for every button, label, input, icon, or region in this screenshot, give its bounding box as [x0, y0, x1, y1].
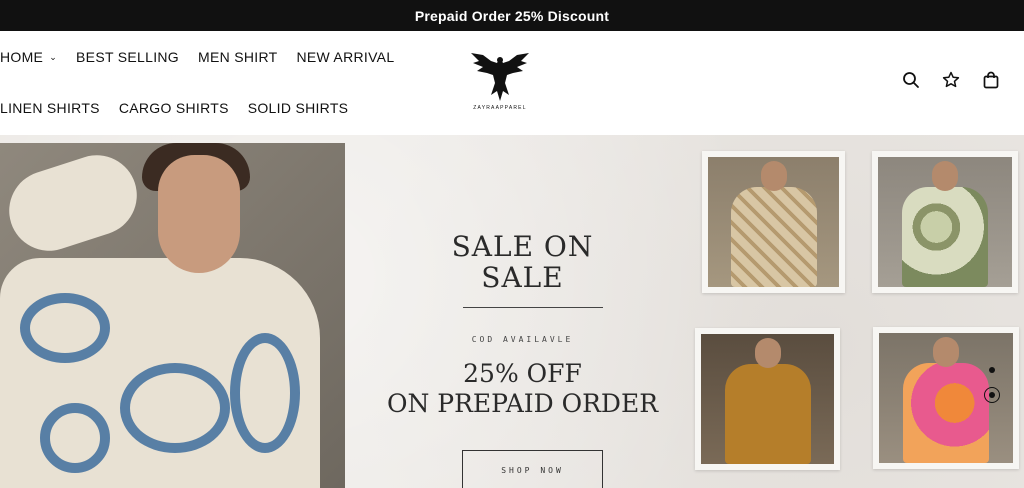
cart-button[interactable] — [982, 71, 1000, 89]
primary-nav-row-2: LINEN SHIRTS CARGO SHIRTS SOLID SHIRTS — [0, 100, 348, 116]
shirt-shape — [724, 364, 811, 464]
nav-item-solid-shirts[interactable]: SOLID SHIRTS — [248, 100, 349, 116]
product-tile-swirl-shirt — [872, 151, 1018, 293]
wishlist-button[interactable] — [942, 71, 960, 89]
model-arm-shape — [0, 144, 148, 262]
model-head-shape — [158, 155, 240, 273]
product-tile-mustard-shirt — [695, 328, 840, 470]
nav-label-cargo-shirts: CARGO SHIRTS — [118, 100, 229, 116]
head-shape — [933, 337, 959, 367]
product-photo — [878, 157, 1012, 287]
promo-divider — [463, 307, 603, 308]
chevron-down-icon: ⌄ — [49, 51, 58, 62]
sale-title-line-1: SALE ON — [451, 230, 594, 263]
nav-item-men-shirt[interactable]: MEN SHIRT — [198, 49, 277, 65]
wishlist-star-icon — [942, 71, 960, 88]
nav-label-home: HOME — [0, 49, 44, 65]
shirt-shape — [903, 363, 989, 463]
site-header: HOME ⌄ BEST SELLING MEN SHIRT NEW ARRIVA… — [0, 31, 1024, 135]
nav-item-new-arrival[interactable]: NEW ARRIVAL — [296, 49, 394, 65]
slide-dot[interactable] — [989, 367, 995, 373]
shop-now-button[interactable]: SHOP NOW — [462, 450, 603, 488]
shirt-shape — [730, 187, 817, 287]
nav-item-home[interactable]: HOME ⌄ — [0, 49, 57, 65]
nav-label-best-selling: BEST SELLING — [76, 49, 179, 65]
nav-item-linen-shirts[interactable]: LINEN SHIRTS — [0, 100, 100, 116]
cart-bag-icon — [983, 71, 999, 89]
nav-label-new-arrival: NEW ARRIVAL — [296, 49, 395, 65]
octopus-print-shape — [120, 363, 230, 453]
search-icon — [903, 72, 919, 88]
nav-label-men-shirt: MEN SHIRT — [198, 49, 278, 65]
product-tile-geometric-shirt — [702, 151, 845, 293]
shirt-shape — [902, 187, 988, 287]
announcement-text: Prepaid Order 25% Discount — [414, 7, 610, 24]
eagle-icon — [471, 53, 529, 101]
offer-text: 25% OFF ON PREPAID ORDER — [350, 359, 695, 419]
sale-title: SALE ON SALE — [350, 231, 695, 293]
nav-label-solid-shirts: SOLID SHIRTS — [247, 100, 349, 116]
header-icons — [902, 71, 1000, 89]
primary-nav-row-1: HOME ⌄ BEST SELLING MEN SHIRT NEW ARRIVA… — [0, 49, 394, 65]
octopus-print-shape — [230, 333, 300, 453]
product-photo — [708, 157, 839, 287]
nav-item-best-selling[interactable]: BEST SELLING — [76, 49, 179, 65]
hero-model-photo — [0, 143, 345, 488]
nav-label-linen-shirts: LINEN SHIRTS — [0, 100, 100, 116]
announcement-bar: Prepaid Order 25% Discount — [0, 0, 1024, 31]
offer-line-1: 25% OFF — [463, 359, 582, 388]
site-logo[interactable]: ZAYRAAPPAREL — [466, 51, 534, 115]
product-photo — [701, 334, 834, 464]
nav-item-cargo-shirts[interactable]: CARGO SHIRTS — [119, 100, 229, 116]
head-shape — [932, 161, 958, 191]
logo-wordmark: ZAYRAAPPAREL — [473, 105, 527, 111]
sale-title-line-2: SALE — [481, 261, 564, 294]
head-shape — [754, 338, 781, 368]
promo-panel: SALE ON SALE COD AVAILAVLE 25% OFF ON PR… — [350, 135, 695, 488]
head-shape — [760, 161, 787, 191]
search-button[interactable] — [902, 71, 920, 89]
octopus-print-shape — [40, 403, 110, 473]
slider-pagination — [984, 367, 1000, 403]
octopus-print-shape — [20, 293, 110, 363]
hero-banner: SALE ON SALE COD AVAILAVLE 25% OFF ON PR… — [0, 135, 1024, 488]
offer-line-2: ON PREPAID ORDER — [386, 389, 659, 418]
slide-dot-active[interactable] — [984, 387, 1000, 403]
cod-available-text: COD AVAILAVLE — [471, 335, 574, 344]
